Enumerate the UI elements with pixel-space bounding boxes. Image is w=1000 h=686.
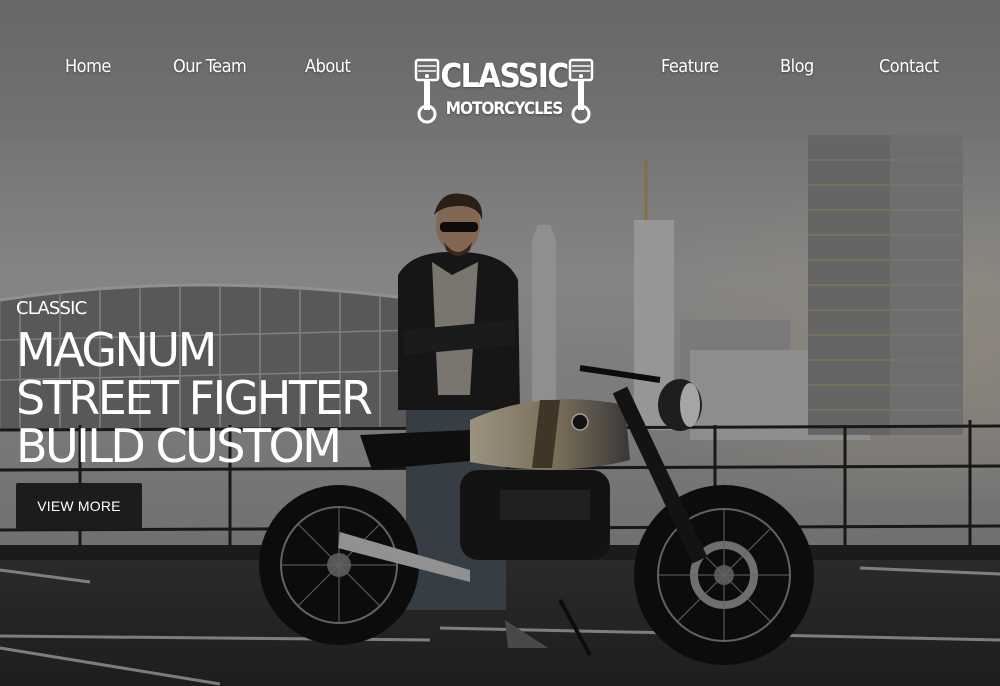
hero-kicker: CLASSIC xyxy=(16,298,87,319)
main-navigation: Home Our Team About CLASSIC MOTORCYCLES xyxy=(0,0,1000,136)
hero-headline: MAGNUM STREET FIGHTER BUILD CUSTOM xyxy=(16,323,373,473)
nav-link-home[interactable]: Home xyxy=(65,56,111,77)
hero-section: Home Our Team About CLASSIC MOTORCYCLES xyxy=(0,0,1000,686)
nav-link-about[interactable]: About xyxy=(305,56,351,77)
nav-link-our-team[interactable]: Our Team xyxy=(173,56,247,77)
logo-text-primary: CLASSIC xyxy=(440,56,569,95)
nav-link-blog[interactable]: Blog xyxy=(780,56,814,77)
nav-link-feature[interactable]: Feature xyxy=(661,56,719,77)
hero-headline-line: BUILD CUSTOM xyxy=(16,419,342,473)
site-logo[interactable]: CLASSIC MOTORCYCLES xyxy=(414,56,594,126)
piston-icon xyxy=(414,58,440,124)
view-more-button[interactable]: VIEW MORE xyxy=(16,483,142,529)
logo-text-secondary: MOTORCYCLES xyxy=(445,99,564,119)
hero-headline-line: MAGNUM xyxy=(16,323,217,377)
nav-link-contact[interactable]: Contact xyxy=(879,56,939,77)
hero-headline-line: STREET FIGHTER xyxy=(16,371,373,425)
piston-icon xyxy=(568,58,594,124)
hero-copy: CLASSIC MAGNUM STREET FIGHTER BUILD CUST… xyxy=(16,296,373,473)
